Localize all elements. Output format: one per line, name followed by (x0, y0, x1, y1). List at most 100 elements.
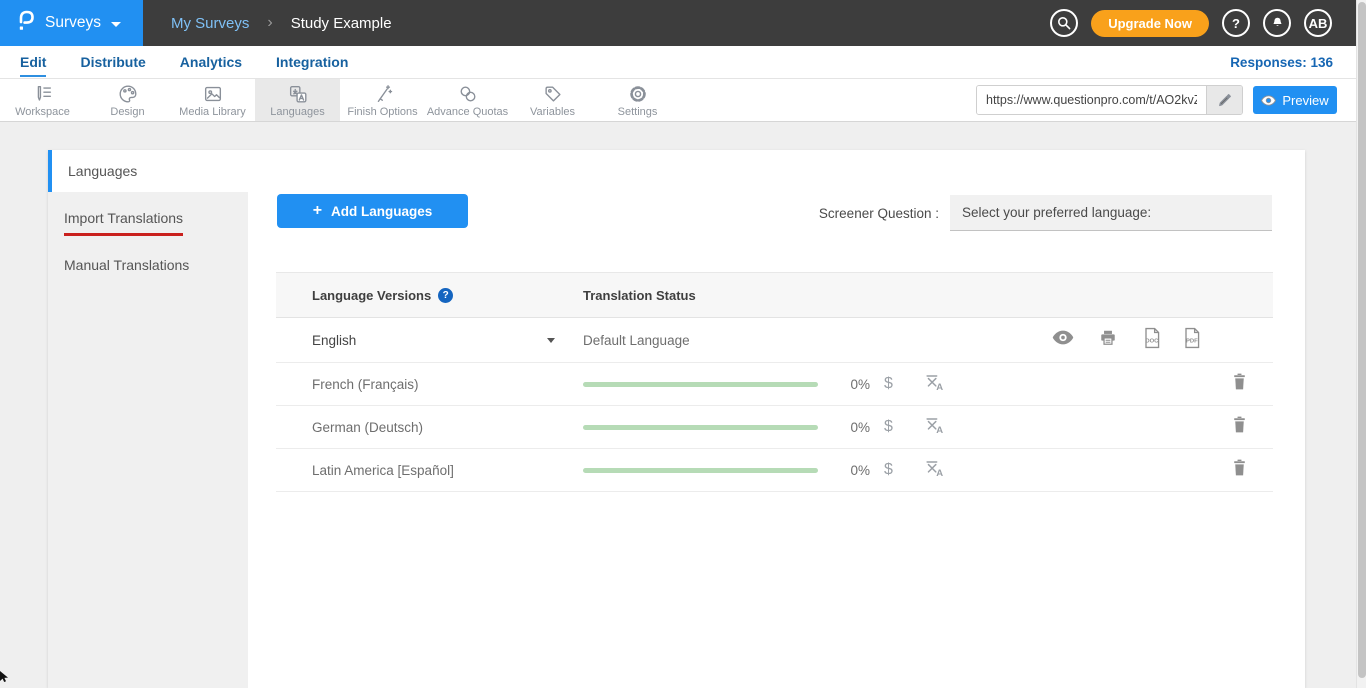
sidebar-item-import-translations[interactable]: Import Translations (64, 210, 183, 236)
screener-question-label: Screener Question : (819, 206, 939, 221)
tab-edit[interactable]: Edit (20, 48, 46, 77)
language-versions-table: Language Versions ? Translation Status E… (276, 272, 1273, 492)
breadcrumb: My Surveys › Study Example (171, 14, 392, 32)
help-button[interactable]: ? (1222, 9, 1250, 37)
sidebar-item-languages[interactable]: Languages (48, 150, 248, 192)
languages-content: + Add Languages Screener Question : Sele… (248, 150, 1305, 688)
page-scrollbar[interactable] (1356, 0, 1366, 688)
languages-icon (287, 83, 309, 105)
plus-icon: + (313, 202, 322, 220)
toolbar-item-languages[interactable]: Languages (255, 79, 340, 121)
product-switcher[interactable]: Surveys (0, 0, 143, 46)
svg-text:A: A (936, 424, 943, 433)
avatar-initials: AB (1309, 16, 1328, 31)
default-language-name: English (312, 333, 356, 348)
toolbar-item-media-library[interactable]: Media Library (170, 79, 255, 121)
view-survey-icon[interactable] (1052, 330, 1074, 350)
finish-options-icon (372, 83, 394, 105)
toolbar-item-variables[interactable]: Variables (510, 79, 595, 121)
auto-translate-icon[interactable]: A (925, 373, 944, 396)
auto-translate-icon[interactable]: A (925, 416, 944, 439)
paid-translation-icon[interactable]: $ (884, 461, 893, 479)
language-rows: French (Français) 0% $ A German (Deutsch… (276, 363, 1273, 492)
translation-percent: 0% (828, 463, 870, 478)
svg-text:PDF: PDF (1186, 338, 1198, 344)
translation-progress-bar (583, 382, 818, 387)
screener-question-select[interactable]: Select your preferred language: (950, 195, 1272, 231)
top-bar: Surveys My Surveys › Study Example Upgra… (0, 0, 1366, 46)
table-row-language: French (Français) 0% $ A (276, 363, 1273, 406)
workspace-icon (32, 83, 54, 105)
edit-url-button[interactable] (1206, 86, 1242, 114)
auto-translate-icon[interactable]: A (925, 459, 944, 482)
topbar-actions: Upgrade Now ? AB (1050, 0, 1332, 46)
delete-language-icon[interactable] (1232, 416, 1247, 439)
question-mark-icon: ? (1232, 16, 1240, 31)
toolbar-item-workspace[interactable]: Workspace (0, 79, 85, 121)
mouse-cursor (0, 669, 9, 687)
page-background: Languages Import Translations Manual Tra… (0, 122, 1366, 688)
language-name: French (Français) (312, 377, 419, 392)
variables-icon (542, 83, 564, 105)
toolbar-item-finish-options[interactable]: Finish Options (340, 79, 425, 121)
scrollbar-thumb[interactable] (1358, 2, 1366, 678)
delete-language-icon[interactable] (1232, 373, 1247, 396)
sidebar-item-manual-translations[interactable]: Manual Translations (64, 257, 189, 273)
breadcrumb-my-surveys[interactable]: My Surveys (171, 15, 249, 32)
export-doc-icon[interactable]: DOC (1142, 327, 1161, 354)
table-row-language: Latin America [Español] 0% $ A (276, 449, 1273, 492)
svg-text:DOC: DOC (1145, 338, 1159, 344)
print-icon[interactable] (1098, 328, 1118, 352)
breadcrumb-survey-title: Study Example (291, 15, 392, 32)
delete-language-icon[interactable] (1232, 459, 1247, 482)
responses-count[interactable]: Responses: 136 (1230, 55, 1333, 70)
svg-text:A: A (936, 467, 943, 476)
chevron-down-icon (111, 22, 121, 27)
toolbar-item-advance-quotas[interactable]: Advance Quotas (425, 79, 510, 121)
media-library-icon (202, 83, 224, 105)
language-name: German (Deutsch) (312, 420, 423, 435)
paid-translation-icon[interactable]: $ (884, 375, 893, 393)
sidebar-panel: Import Translations Manual Translations (48, 192, 248, 688)
breadcrumb-separator-icon: › (267, 14, 272, 32)
table-row-default-language: English Default Language (276, 318, 1273, 363)
language-name: Latin America [Español] (312, 463, 454, 478)
column-translation-status: Translation Status (583, 288, 696, 303)
paid-translation-icon[interactable]: $ (884, 418, 893, 436)
help-icon[interactable]: ? (438, 288, 453, 303)
table-row-language: German (Deutsch) 0% $ A (276, 406, 1273, 449)
language-dropdown-caret-icon[interactable] (547, 338, 555, 343)
tab-analytics[interactable]: Analytics (180, 48, 242, 77)
survey-url-box (976, 85, 1243, 115)
avatar[interactable]: AB (1304, 9, 1332, 37)
preview-eye-icon (1261, 95, 1276, 106)
translation-percent: 0% (828, 377, 870, 392)
toolbar-item-design[interactable]: Design (85, 79, 170, 121)
survey-url-input[interactable] (977, 86, 1206, 114)
design-icon (117, 83, 139, 105)
preview-button[interactable]: Preview (1253, 86, 1337, 114)
translation-progress-bar (583, 425, 818, 430)
advance-quotas-icon (457, 83, 479, 105)
svg-text:A: A (936, 381, 943, 390)
survey-nav: Edit Distribute Analytics Integration Re… (0, 46, 1366, 79)
notifications-button[interactable] (1263, 9, 1291, 37)
languages-card: Languages Import Translations Manual Tra… (48, 150, 1305, 688)
product-name: Surveys (45, 14, 101, 32)
languages-sidebar: Languages Import Translations Manual Tra… (48, 150, 248, 688)
translation-progress-bar (583, 468, 818, 473)
tab-integration[interactable]: Integration (276, 48, 348, 77)
add-languages-button[interactable]: + Add Languages (277, 194, 468, 228)
search-icon (1056, 15, 1072, 31)
pencil-icon (1217, 93, 1232, 108)
export-pdf-icon[interactable]: PDF (1182, 327, 1201, 354)
questionpro-logo-icon (16, 9, 35, 38)
settings-icon (627, 83, 649, 105)
tab-distribute[interactable]: Distribute (80, 48, 145, 77)
column-language-versions: Language Versions (312, 288, 431, 303)
upgrade-now-button[interactable]: Upgrade Now (1091, 10, 1209, 37)
translation-percent: 0% (828, 420, 870, 435)
default-language-status: Default Language (583, 333, 690, 348)
search-button[interactable] (1050, 9, 1078, 37)
toolbar-item-settings[interactable]: Settings (595, 79, 680, 121)
